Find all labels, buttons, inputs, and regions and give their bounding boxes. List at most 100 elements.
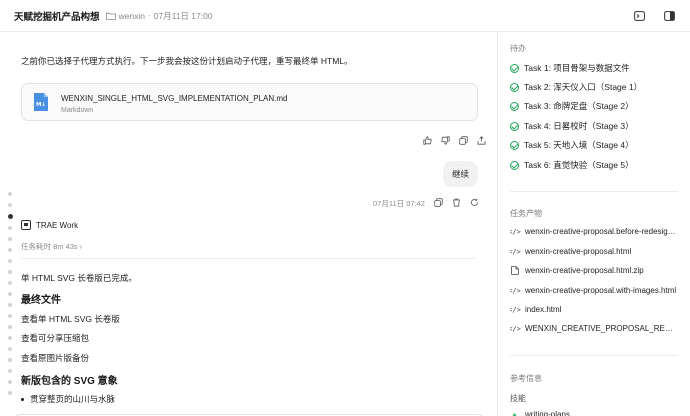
check-circle-icon	[510, 160, 519, 170]
timeline-dot[interactable]	[8, 259, 12, 263]
code-icon: </>	[510, 324, 521, 333]
check-circle-icon	[510, 82, 519, 92]
dislike-button[interactable]	[441, 136, 450, 147]
todo-item[interactable]: Task 6: 直觉快验（Stage 5）	[510, 159, 634, 171]
todo-item-label: Task 1: 项目骨架与数据文件	[524, 63, 630, 73]
file-type: Markdown	[61, 107, 94, 114]
todo-item[interactable]: Task 2: 浑天仪入口（Stage 1）	[510, 81, 642, 93]
timeline-dot[interactable]	[8, 270, 12, 274]
todo-item[interactable]: Task 3: 命牌定盘（Stage 2）	[510, 100, 634, 112]
timeline-dot[interactable]	[8, 380, 12, 384]
final-file-link-html[interactable]: 查看单 HTML SVG 长卷版	[21, 313, 120, 325]
delete-message-button[interactable]	[452, 198, 461, 209]
user-message-meta: 07月11日 07:42	[373, 198, 479, 209]
code-icon: </>	[510, 227, 521, 236]
agent-name: TRAE Work	[36, 220, 79, 230]
section-divider	[510, 191, 678, 192]
timeline-dot[interactable]	[8, 192, 12, 196]
todo-item-label: Task 5: 天地入境（Stage 4）	[524, 140, 634, 150]
divider	[21, 258, 476, 259]
todo-item[interactable]: Task 4: 日晷校时（Stage 3）	[510, 120, 634, 132]
artifact-item[interactable]: </> WENXIN_CREATIVE_PROPOSAL_REDESIGN.md	[510, 324, 678, 333]
svg-imagery-item: 贯穿整页的山川与水脉	[21, 393, 115, 405]
code-icon: </>	[510, 305, 521, 314]
code-icon: </>	[510, 286, 521, 295]
markdown-file-icon: M↓	[34, 93, 48, 111]
timeline-dot[interactable]	[8, 248, 12, 252]
timeline-dot[interactable]	[8, 336, 12, 340]
artifact-item[interactable]: </> wenxin-creative-proposal.with-images.…	[510, 286, 678, 295]
svg-imagery-item-text: 贯穿整页的山川与水脉	[30, 394, 116, 404]
task-elapsed-label: 任务耗时 8m 43s	[21, 242, 78, 251]
artifact-item[interactable]: </> wenxin-creative-proposal.html	[510, 247, 678, 256]
message-timeline[interactable]	[6, 192, 14, 402]
copy-user-message-button[interactable]	[434, 198, 443, 209]
code-icon: </>	[510, 247, 521, 256]
top-bar: 天赋挖掘机产品构想 wenxin · 07月11日 17:00	[0, 0, 690, 32]
copy-icon	[434, 198, 443, 207]
agent-header: TRAE Work	[21, 220, 78, 230]
final-file-link-zip[interactable]: 查看可分享压缩包	[21, 332, 89, 344]
share-button[interactable]	[477, 136, 486, 147]
svg-text:M↓: M↓	[36, 101, 46, 108]
artifact-item[interactable]: wenxin-creative-proposal.html.zip	[510, 266, 678, 275]
timeline-dot[interactable]	[8, 358, 12, 362]
todo-item[interactable]: Task 5: 天地入境（Stage 4）	[510, 139, 634, 151]
thumbs-up-icon	[423, 136, 432, 145]
artifacts-section-title: 任务产物	[510, 209, 542, 218]
reference-section-title: 参考信息	[510, 374, 542, 383]
todo-item-label: Task 3: 命牌定盘（Stage 2）	[524, 101, 634, 111]
todo-item-label: Task 6: 直觉快验（Stage 5）	[524, 160, 634, 170]
copy-icon	[459, 136, 468, 145]
check-circle-icon	[510, 63, 519, 73]
file-icon	[510, 266, 519, 275]
timeline-dot[interactable]	[8, 203, 12, 207]
completion-summary: 单 HTML SVG 长卷版已完成。	[21, 273, 137, 283]
skill-item[interactable]: ◈ writing-plans	[510, 410, 678, 416]
timeline-dot-active[interactable]	[7, 214, 13, 219]
artifact-label: WENXIN_CREATIVE_PROPOSAL_REDESIGN.md	[525, 324, 678, 333]
side-panel-icon	[663, 11, 675, 21]
user-message-time: 07月11日 07:42	[373, 199, 425, 208]
section-divider	[510, 355, 678, 356]
terminal-toggle-button[interactable]	[632, 9, 646, 23]
timeline-dot[interactable]	[8, 347, 12, 351]
share-icon	[477, 136, 486, 145]
plan-file-card[interactable]: M↓ WENXIN_SINGLE_HTML_SVG_IMPLEMENTATION…	[21, 83, 478, 121]
timeline-dot[interactable]	[8, 369, 12, 373]
artifact-item[interactable]: </> wenxin-creative-proposal.before-redes…	[510, 227, 678, 236]
timeline-dot[interactable]	[8, 325, 12, 329]
meta-separator: ·	[147, 11, 151, 20]
artifact-label: wenxin-creative-proposal.with-images.htm…	[525, 286, 677, 295]
timeline-dot[interactable]	[8, 391, 12, 395]
todo-item[interactable]: Task 1: 项目骨架与数据文件	[510, 62, 630, 74]
timeline-dot[interactable]	[8, 226, 12, 230]
artifact-label: wenxin-creative-proposal.html.zip	[525, 266, 644, 275]
terminal-icon	[633, 11, 645, 21]
todo-section-title: 待办	[510, 44, 526, 53]
conversation-title: 天赋挖掘机产品构想	[14, 11, 100, 23]
timeline-dot[interactable]	[8, 237, 12, 241]
assistant-intro-text: 之前你已选择子代理方式执行。下一步我会按这份计划启动子代理，重写最终单 HTML…	[21, 56, 353, 66]
side-panel: 待办 Task 1: 项目骨架与数据文件 Task 2: 浑天仪入口（Stage…	[498, 32, 690, 416]
artifact-item[interactable]: </> index.html	[510, 305, 678, 314]
assistant-message-actions	[423, 136, 486, 147]
regenerate-button[interactable]	[470, 198, 479, 209]
conversation-datetime: 07月11日 17:00	[153, 10, 213, 21]
copy-button[interactable]	[459, 136, 468, 147]
task-elapsed-toggle[interactable]: 任务耗时 8m 43s ›	[21, 241, 82, 252]
user-message-bubble: 继续	[443, 161, 478, 187]
trash-icon	[452, 198, 460, 207]
artifact-label: wenxin-creative-proposal.before-redesign…	[525, 227, 678, 236]
svg-imagery-heading: 新版包含的 SVG 意象	[21, 376, 118, 387]
timeline-dot[interactable]	[8, 303, 12, 307]
timeline-dot[interactable]	[8, 281, 12, 285]
timeline-dot[interactable]	[8, 292, 12, 296]
final-file-link-backup[interactable]: 查看原图片版备份	[21, 352, 89, 364]
timeline-dot[interactable]	[8, 314, 12, 318]
todo-item-label: Task 2: 浑天仪入口（Stage 1）	[524, 82, 643, 92]
final-files-heading: 最终文件	[21, 295, 61, 306]
like-button[interactable]	[423, 136, 432, 147]
artifact-label: index.html	[525, 305, 562, 314]
side-panel-toggle-button[interactable]	[662, 9, 676, 23]
